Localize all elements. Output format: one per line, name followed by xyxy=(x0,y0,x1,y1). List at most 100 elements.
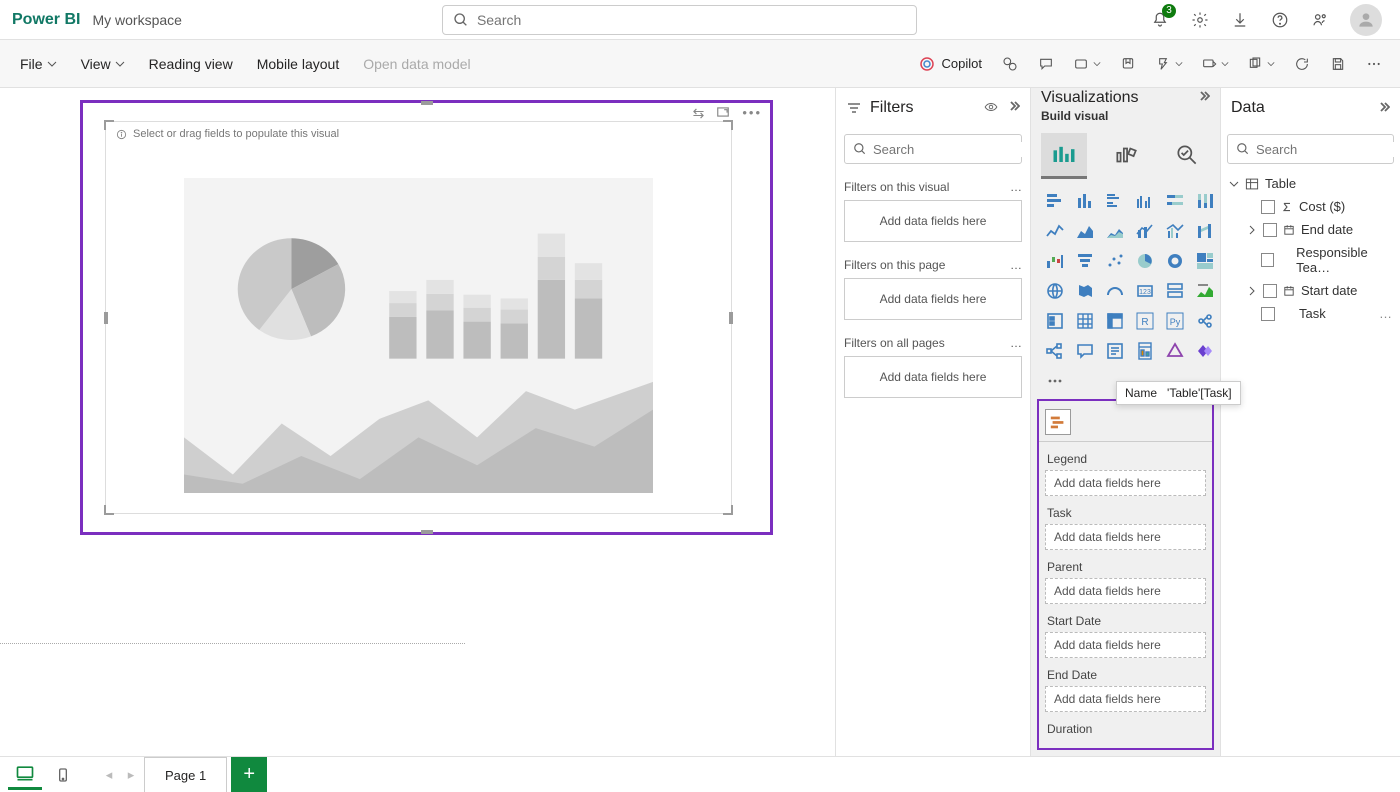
refresh-icon[interactable] xyxy=(1286,48,1318,80)
hide-filter-pane-icon[interactable] xyxy=(984,100,998,117)
viz-100-column[interactable] xyxy=(1193,189,1217,213)
viz-qa[interactable] xyxy=(1073,339,1097,363)
resize-handle-w[interactable] xyxy=(104,312,108,324)
download-icon[interactable] xyxy=(1230,10,1250,30)
viz-more-ellipsis[interactable] xyxy=(1043,369,1067,393)
field-responsible[interactable]: Responsible Tea… xyxy=(1227,241,1394,279)
checkbox[interactable] xyxy=(1263,223,1277,237)
viz-decomp[interactable] xyxy=(1043,339,1067,363)
viz-table[interactable] xyxy=(1073,309,1097,333)
viz-treemap[interactable] xyxy=(1193,249,1217,273)
menu-reading-view[interactable]: Reading view xyxy=(139,50,243,78)
viz-narrative[interactable] xyxy=(1103,339,1127,363)
field-cost[interactable]: Cost ($) xyxy=(1227,195,1394,218)
viz-area[interactable] xyxy=(1073,219,1097,243)
filters-on-visual-more[interactable]: … xyxy=(1010,180,1022,194)
tool-d-icon[interactable] xyxy=(1194,48,1236,80)
viz-key-influencers[interactable] xyxy=(1193,309,1217,333)
menu-view[interactable]: View xyxy=(71,50,135,78)
avatar[interactable] xyxy=(1350,4,1382,36)
viz-pie[interactable] xyxy=(1133,249,1157,273)
viz-stacked-area[interactable] xyxy=(1103,219,1127,243)
explore-icon[interactable] xyxy=(994,48,1026,80)
viz-gauge[interactable] xyxy=(1103,279,1127,303)
viz-donut[interactable] xyxy=(1163,249,1187,273)
filters-on-all-drop[interactable]: Add data fields here xyxy=(844,356,1022,398)
resize-handle-e[interactable] xyxy=(729,312,733,324)
workspace-name[interactable]: My workspace xyxy=(92,12,181,28)
well-legend-drop[interactable]: Add data fields here xyxy=(1045,470,1206,496)
tool-a-icon[interactable] xyxy=(1066,48,1108,80)
well-parent-drop[interactable]: Add data fields here xyxy=(1045,578,1206,604)
field-more-icon[interactable]: … xyxy=(1379,306,1392,321)
expand-pane-icon[interactable] xyxy=(1378,101,1390,116)
help-icon[interactable] xyxy=(1270,10,1290,30)
field-task[interactable]: Task … xyxy=(1227,302,1394,325)
global-search[interactable] xyxy=(442,5,917,35)
build-visual-tab[interactable] xyxy=(1041,133,1087,179)
viz-line-stacked[interactable] xyxy=(1133,219,1157,243)
viz-scatter[interactable] xyxy=(1103,249,1127,273)
mobile-view-icon[interactable] xyxy=(46,760,80,790)
viz-arcgis[interactable] xyxy=(1163,339,1187,363)
sel-corner-br[interactable] xyxy=(721,503,733,515)
viz-python[interactable]: Py xyxy=(1163,309,1187,333)
sel-corner-bl[interactable] xyxy=(104,503,116,515)
feedback-icon[interactable] xyxy=(1310,10,1330,30)
viz-line-clustered[interactable] xyxy=(1163,219,1187,243)
checkbox[interactable] xyxy=(1261,253,1274,267)
well-startdate-drop[interactable]: Add data fields here xyxy=(1045,632,1206,658)
sel-corner-tr[interactable] xyxy=(721,120,733,132)
viz-stacked-bar[interactable] xyxy=(1043,189,1067,213)
viz-ribbon[interactable] xyxy=(1193,219,1217,243)
settings-icon[interactable] xyxy=(1190,10,1210,30)
viz-filled-map[interactable] xyxy=(1073,279,1097,303)
comment-icon[interactable] xyxy=(1030,48,1062,80)
more-icon[interactable] xyxy=(1358,48,1390,80)
expand-pane-icon[interactable] xyxy=(1008,100,1020,117)
filters-search-input[interactable] xyxy=(873,142,1030,157)
page-tab[interactable]: Page 1 xyxy=(144,757,227,792)
checkbox[interactable] xyxy=(1261,307,1275,321)
viz-paginated[interactable] xyxy=(1133,339,1157,363)
global-search-input[interactable] xyxy=(477,12,906,28)
tool-c-icon[interactable] xyxy=(1148,48,1190,80)
filters-on-page-drop[interactable]: Add data fields here xyxy=(844,278,1022,320)
viz-clustered-bar[interactable] xyxy=(1103,189,1127,213)
menu-mobile-layout[interactable]: Mobile layout xyxy=(247,50,350,78)
viz-matrix[interactable] xyxy=(1103,309,1127,333)
page-next-icon[interactable]: ▸ xyxy=(122,760,140,790)
viz-100-bar[interactable] xyxy=(1163,189,1187,213)
visual-more-icon[interactable]: ••• xyxy=(742,105,762,122)
desktop-view-icon[interactable] xyxy=(8,760,42,790)
well-enddate-drop[interactable]: Add data fields here xyxy=(1045,686,1206,712)
viz-waterfall[interactable] xyxy=(1043,249,1067,273)
page-prev-icon[interactable]: ◂ xyxy=(100,760,118,790)
selected-visual-frame[interactable]: ⇆ ••• xyxy=(80,100,773,535)
checkbox[interactable] xyxy=(1263,284,1277,298)
copy-icon[interactable] xyxy=(1240,48,1282,80)
viz-card[interactable]: 123 xyxy=(1133,279,1157,303)
bookmark-icon[interactable] xyxy=(1112,48,1144,80)
data-search[interactable] xyxy=(1227,134,1394,164)
field-end-date[interactable]: End date xyxy=(1227,218,1394,241)
analytics-tab[interactable] xyxy=(1164,133,1210,179)
viz-kpi[interactable] xyxy=(1193,279,1217,303)
data-search-input[interactable] xyxy=(1256,142,1400,157)
filters-search[interactable] xyxy=(844,134,1022,164)
expand-pane-icon[interactable] xyxy=(1198,90,1210,105)
viz-line[interactable] xyxy=(1043,219,1067,243)
notifications-icon[interactable]: 3 xyxy=(1150,10,1170,30)
add-page-button[interactable]: + xyxy=(231,757,267,792)
format-visual-tab[interactable] xyxy=(1103,133,1149,179)
viz-funnel[interactable] xyxy=(1073,249,1097,273)
checkbox[interactable] xyxy=(1261,200,1275,214)
save-icon[interactable] xyxy=(1322,48,1354,80)
filters-on-visual-drop[interactable]: Add data fields here xyxy=(844,200,1022,242)
viz-slicer[interactable] xyxy=(1043,309,1067,333)
viz-clustered-column[interactable] xyxy=(1133,189,1157,213)
viz-r[interactable]: R xyxy=(1133,309,1157,333)
filters-on-page-more[interactable]: … xyxy=(1010,258,1022,272)
resize-handle-n[interactable] xyxy=(421,101,433,105)
filters-on-all-more[interactable]: … xyxy=(1010,336,1022,350)
